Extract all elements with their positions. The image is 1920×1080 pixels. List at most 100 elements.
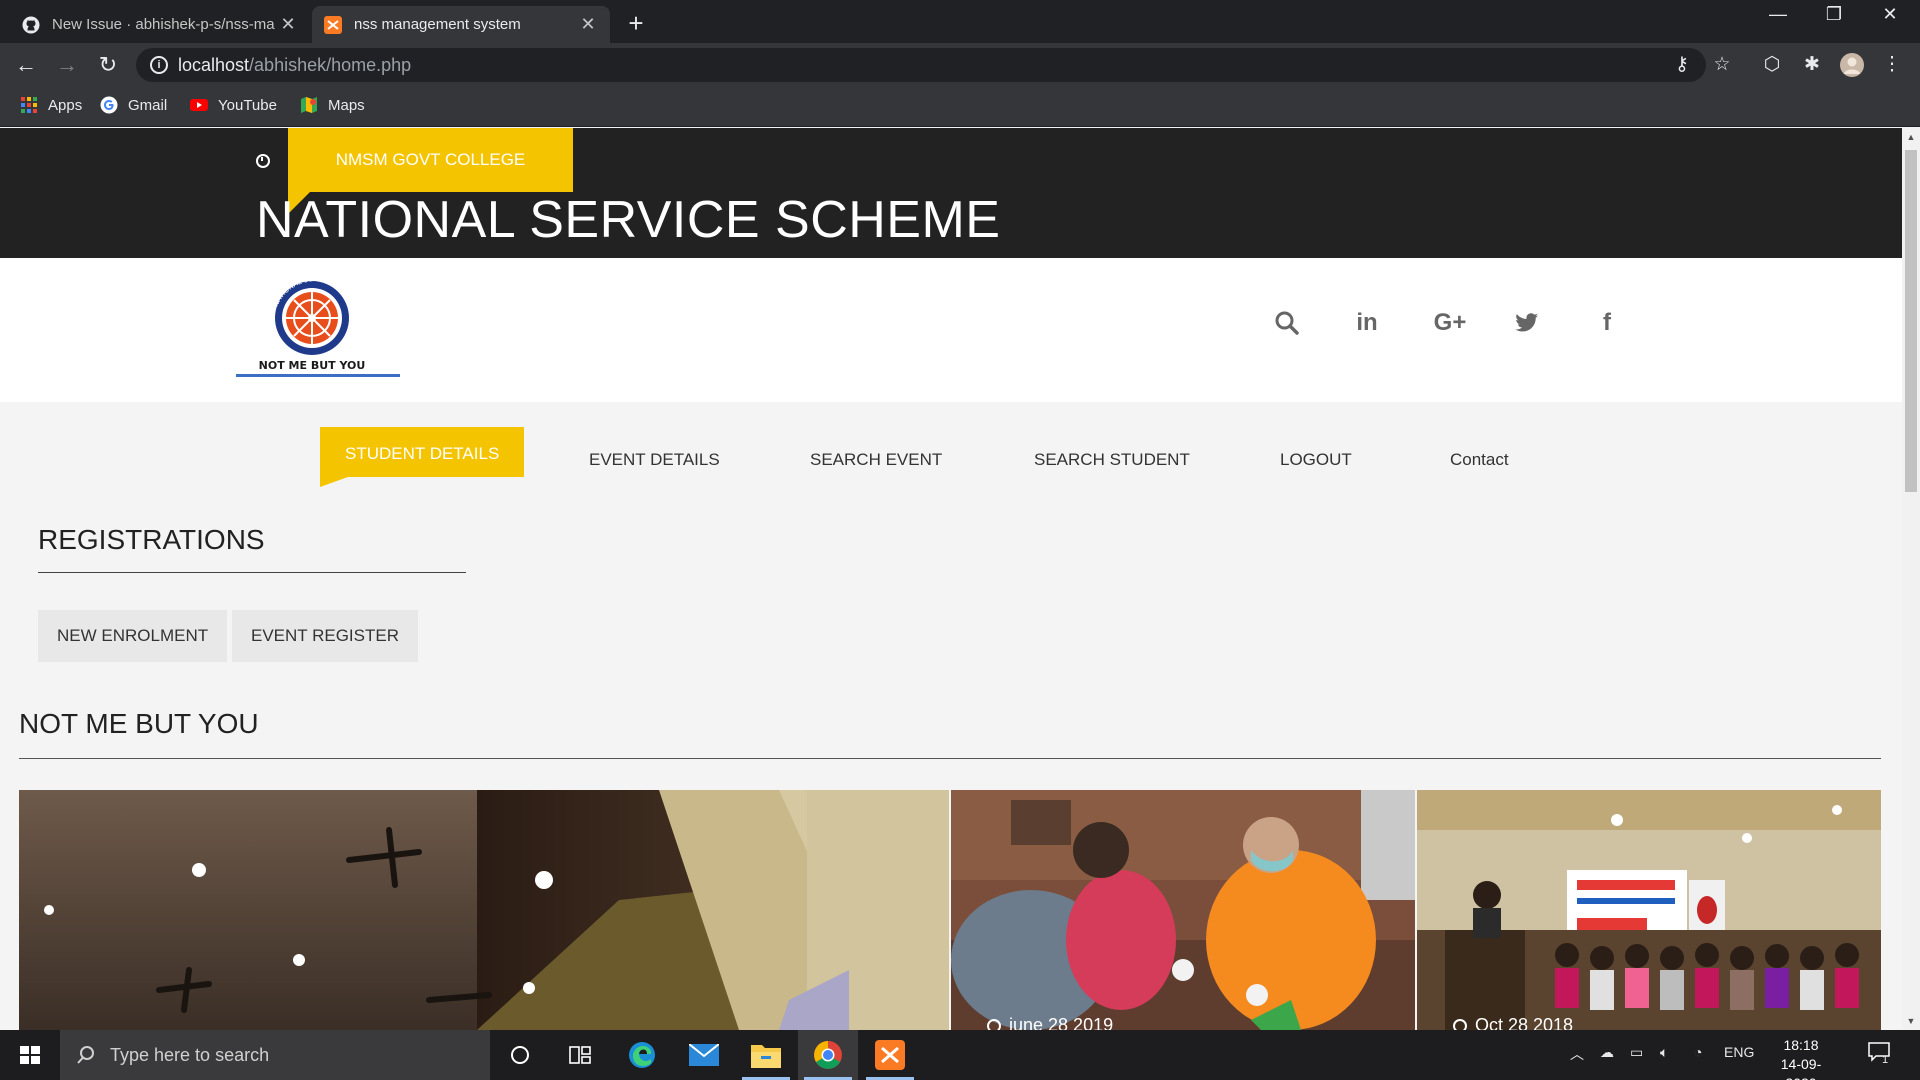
twitter-icon[interactable] [1512, 308, 1542, 338]
taskbar-clock[interactable]: 18:18 14-09-2020 [1766, 1036, 1836, 1080]
bookmark-gmail[interactable]: Gmail [100, 96, 167, 114]
url-path: /abhishek/home.php [249, 54, 412, 75]
browser-tab-nss[interactable]: nss management system ✕ [312, 6, 610, 43]
photo-date: june 28 2019 [1009, 1015, 1114, 1030]
google-plus-icon[interactable]: G+ [1430, 308, 1470, 338]
task-view-icon[interactable] [550, 1030, 610, 1080]
photo-date: Oct 28 2018 [1475, 1015, 1574, 1030]
notification-count: 1 [1882, 1054, 1889, 1066]
tab-title: nss management system [354, 16, 521, 33]
bookmark-apps[interactable]: Apps [20, 96, 82, 114]
site-info-icon[interactable]: i [150, 56, 168, 74]
nav-event-details[interactable]: EVENT DETAILS [589, 443, 720, 477]
chrome-icon[interactable] [798, 1030, 858, 1080]
nss-logo[interactable]: NATIONAL SERVICE SCHEME NOT ME BUT YOU [236, 278, 400, 378]
restore-icon[interactable]: ❐ [1806, 4, 1862, 25]
address-bar[interactable]: i localhost/abhishek/home.php [136, 48, 1706, 82]
browser-tab-github[interactable]: New Issue · abhishek-p-s/nss-ma ✕ [10, 6, 310, 43]
close-window-icon[interactable]: ✕ [1862, 4, 1918, 25]
clock-icon [1453, 1018, 1467, 1030]
bookmark-youtube[interactable]: YouTube [190, 96, 277, 114]
page-scrollbar[interactable]: ▲ ▼ [1902, 128, 1920, 1030]
clock-icon [256, 154, 270, 168]
scroll-down-icon[interactable]: ▼ [1902, 1016, 1920, 1026]
windows-logo-icon [20, 1046, 40, 1064]
xampp-icon [324, 15, 342, 34]
mail-icon[interactable] [674, 1030, 734, 1080]
key-icon[interactable]: ⚷ [1670, 53, 1694, 77]
event-register-button[interactable]: EVENT REGISTER [232, 610, 418, 662]
photo-gallery: june 28 2019 Oct 28 2018 [19, 790, 1881, 1030]
language-indicator[interactable]: ENG [1724, 1044, 1754, 1060]
bookmark-maps[interactable]: Maps [300, 96, 365, 114]
nav-logout[interactable]: LOGOUT [1280, 443, 1352, 477]
extension-cube-icon[interactable]: ⬡ [1760, 53, 1784, 77]
xampp-icon[interactable] [860, 1030, 920, 1080]
tab-title: New Issue · abhishek-p-s/nss-ma [52, 16, 275, 33]
forward-icon[interactable]: → [53, 51, 81, 79]
profile-avatar[interactable] [1840, 53, 1864, 77]
extensions-puzzle-icon[interactable]: ✱ [1800, 53, 1824, 77]
facebook-icon[interactable]: f [1592, 308, 1622, 338]
tab-close-icon[interactable]: ✕ [578, 14, 598, 35]
gallery-photo[interactable] [19, 790, 949, 1030]
bookmark-label: Apps [48, 96, 83, 114]
new-tab-button[interactable]: + [622, 8, 650, 39]
show-hidden-icons[interactable]: ︿ [1570, 1044, 1584, 1064]
taskbar-search[interactable]: Type here to search [60, 1030, 490, 1080]
registrations-divider [38, 572, 466, 573]
youtube-icon [190, 99, 208, 111]
tab-close-icon[interactable]: ✕ [278, 14, 298, 35]
photo-caption: Oct 28 2018 [1453, 1015, 1573, 1030]
apps-grid-icon [21, 97, 37, 113]
maps-icon [301, 97, 317, 113]
volume-icon[interactable]: 🔈︎ [1660, 1044, 1668, 1061]
search-icon [77, 1046, 94, 1064]
linkedin-icon[interactable]: in [1352, 308, 1382, 338]
browser-toolbar: ← → ↻ i localhost/abhishek/home.php ⚷ ☆ … [0, 43, 1920, 87]
minimize-icon[interactable]: — [1750, 4, 1806, 25]
clock-time: 18:18 [1783, 1037, 1819, 1053]
search-icon[interactable] [1272, 308, 1302, 338]
back-icon[interactable]: ← [12, 51, 40, 79]
clock-date: 14-09-2020 [1780, 1056, 1822, 1080]
google-icon [100, 96, 118, 114]
motto-divider [19, 758, 1881, 759]
site-title: NATIONAL SERVICE SCHEME [256, 191, 1001, 249]
notification-center[interactable]: 1 [1868, 1042, 1896, 1068]
bookmark-label: Gmail [128, 96, 168, 114]
nav-contact[interactable]: Contact [1450, 443, 1509, 477]
registrations-heading: REGISTRATIONS [38, 524, 265, 555]
menu-kebab-icon[interactable]: ⋮ [1880, 53, 1904, 77]
gallery-photo-image [951, 790, 1415, 1030]
url-host: localhost [178, 54, 250, 75]
nav-search-event[interactable]: SEARCH EVENT [810, 443, 942, 477]
reload-icon[interactable]: ↻ [94, 51, 122, 79]
bookmark-label: Maps [328, 96, 365, 114]
scroll-up-icon[interactable]: ▲ [1902, 132, 1920, 142]
logo-bar: NATIONAL SERVICE SCHEME NOT ME BUT YOU i… [0, 258, 1902, 402]
cortana-icon[interactable] [490, 1030, 550, 1080]
gallery-photo[interactable]: june 28 2019 [951, 790, 1415, 1030]
new-enrolment-button[interactable]: NEW ENROLMENT [38, 610, 228, 662]
nav-student-details[interactable]: STUDENT DETAILS [320, 427, 525, 487]
site-header: NMSM GOVT COLLEGE NATIONAL SERVICE SCHEM… [0, 128, 1902, 258]
page-viewport: NMSM GOVT COLLEGE NATIONAL SERVICE SCHEM… [0, 128, 1902, 1030]
edge-icon[interactable] [612, 1030, 672, 1080]
gallery-photo-image [1417, 790, 1881, 1030]
onedrive-icon[interactable]: ☁ [1600, 1044, 1614, 1061]
bookmark-label: YouTube [218, 96, 277, 114]
start-button[interactable] [0, 1030, 60, 1080]
bookmark-star-icon[interactable]: ☆ [1710, 53, 1734, 77]
file-explorer-icon[interactable] [736, 1030, 796, 1080]
battery-icon[interactable]: ▭ [1630, 1044, 1643, 1061]
wifi-icon[interactable]: ◔ [1694, 1044, 1702, 1060]
nav-search-student[interactable]: SEARCH STUDENT [1034, 443, 1190, 477]
windows-taskbar: Type here to search ︿ ☁ ▭ 🔈︎ ◔ ENG 18:18… [0, 1030, 1920, 1080]
main-nav: STUDENT DETAILS EVENT DETAILS SEARCH EVE… [0, 402, 1902, 502]
bookmarks-bar: Apps Gmail YouTube Maps [0, 87, 1920, 127]
gallery-photo[interactable]: Oct 28 2018 [1417, 790, 1881, 1030]
scrollbar-thumb[interactable] [1905, 150, 1917, 492]
browser-tabstrip: New Issue · abhishek-p-s/nss-ma ✕ nss ma… [0, 0, 1920, 43]
photo-caption: june 28 2019 [987, 1015, 1113, 1030]
